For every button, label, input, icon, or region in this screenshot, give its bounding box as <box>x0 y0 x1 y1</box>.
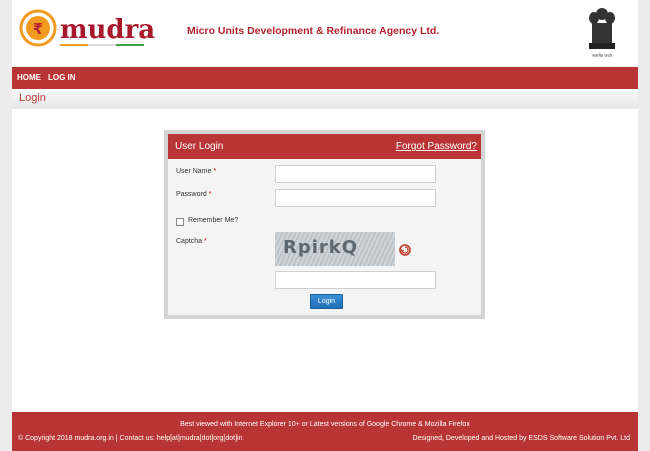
remember-me-label: Remember Me? <box>188 217 239 224</box>
credits-text: Designed, Developed and Hosted by ESDS S… <box>412 435 630 442</box>
refresh-captcha-icon[interactable] <box>398 243 412 257</box>
main-nav: HOME LOG IN <box>12 67 638 89</box>
password-label-text: Password <box>176 191 207 198</box>
svg-text:₹: ₹ <box>33 20 43 38</box>
captcha-label: Captcha * <box>176 238 207 245</box>
required-mark: * <box>208 191 212 198</box>
login-panel-body: User Login Forgot Password? User Name * … <box>168 134 481 315</box>
agency-name: Micro Units Development & Refinance Agen… <box>187 25 440 37</box>
logo-wordmark: mudra <box>60 15 155 45</box>
username-label-text: User Name <box>176 168 212 175</box>
copyright-text: © Copyright 2018 mudra.org.in | Contact … <box>18 435 243 442</box>
page-title-bar: Login <box>12 89 638 109</box>
site-footer: Best viewed with Internet Explorer 10+ o… <box>12 412 638 451</box>
login-panel: User Login Forgot Password? User Name * … <box>164 130 485 319</box>
password-field[interactable] <box>275 189 436 207</box>
required-mark: * <box>204 238 207 245</box>
nav-login[interactable]: LOG IN <box>48 73 76 82</box>
login-title: User Login <box>175 141 224 152</box>
username-field[interactable] <box>275 165 436 183</box>
captcha-text: RpirkQ <box>283 237 359 258</box>
required-mark: * <box>213 168 217 175</box>
forgot-password-link[interactable]: Forgot Password? <box>396 141 477 152</box>
mudra-logo[interactable]: ₹ mudra <box>18 8 178 48</box>
nav-home[interactable]: HOME <box>17 73 41 82</box>
password-label: Password * <box>176 191 211 198</box>
emblem-caption: सत्यमेव जयते <box>592 53 612 58</box>
captcha-input[interactable] <box>275 271 436 289</box>
page-title: Login <box>19 92 46 104</box>
browser-note: Best viewed with Internet Explorer 10+ o… <box>180 421 470 428</box>
captcha-image: RpirkQ <box>275 232 395 266</box>
national-emblem-icon: सत्यमेव जयते <box>589 8 615 58</box>
captcha-label-text: Captcha <box>176 238 203 245</box>
site-header: ₹ mudra Micro Units Development & Refina… <box>12 0 638 66</box>
remember-me-checkbox[interactable] <box>176 218 184 226</box>
username-label: User Name * <box>176 168 216 175</box>
login-button[interactable]: Login <box>310 294 343 309</box>
login-panel-header: User Login Forgot Password? <box>168 134 481 159</box>
